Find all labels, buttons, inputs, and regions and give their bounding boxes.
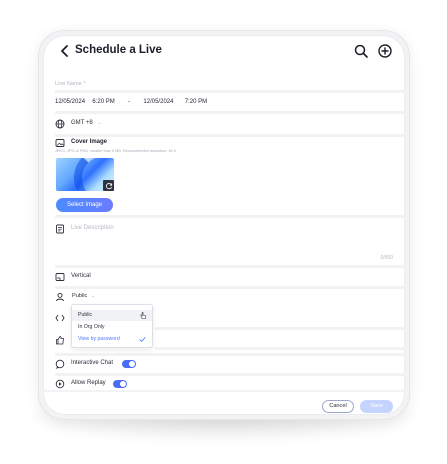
refresh-cover-button[interactable] — [103, 180, 114, 191]
divider — [55, 286, 405, 289]
divider — [55, 265, 405, 268]
visibility-option-public[interactable]: Public — [72, 310, 152, 321]
document-icon — [56, 224, 64, 234]
live-name-placeholder: Live Name * — [55, 81, 86, 87]
device-mockup: Schedule a Live Live Name * 12/05/2024 6… — [0, 0, 447, 464]
date-range[interactable]: 12/05/2024 6:20 PM - 12/05/2024 7:20 PM — [55, 99, 207, 105]
plus-circle-icon[interactable] — [377, 43, 393, 59]
schedule-live-screen: Schedule a Live Live Name * 12/05/2024 6… — [43, 35, 405, 415]
chat-bubble-icon — [55, 359, 65, 369]
date-range-dash: - — [128, 99, 131, 105]
end-time[interactable]: 7:20 PM — [185, 99, 207, 105]
chevron-down-icon: ⌄ — [90, 293, 96, 299]
header-actions — [353, 43, 393, 59]
divider — [155, 327, 405, 330]
footer-divider — [43, 390, 405, 392]
select-image-button[interactable]: Select Image — [56, 198, 113, 212]
divider — [55, 215, 405, 218]
allow-replay-label: Allow Replay — [71, 380, 106, 386]
start-date[interactable]: 12/05/2024 — [55, 99, 85, 105]
divider — [55, 373, 405, 376]
cursor-icon — [140, 312, 147, 319]
interactive-chat-row: Interactive Chat — [55, 358, 165, 370]
interactive-chat-label: Interactive Chat — [71, 360, 114, 366]
cover-image-title: Cover Image — [71, 139, 108, 145]
user-icon — [56, 292, 64, 302]
divider — [55, 134, 405, 137]
globe-icon — [55, 119, 65, 129]
divider — [55, 111, 405, 114]
divider — [155, 347, 405, 350]
toggle-knob — [129, 361, 135, 367]
visibility-option-in-org-only[interactable]: In Org Only — [72, 322, 152, 333]
visibility-select[interactable]: Public ⌄ — [71, 291, 99, 302]
check-icon — [139, 337, 146, 342]
description-char-counter: 0/500 — [380, 255, 393, 261]
chevron-left-icon[interactable] — [57, 43, 73, 59]
refresh-icon — [105, 182, 112, 189]
divider — [55, 90, 405, 93]
thumbs-up-icon — [56, 336, 64, 345]
page-title: Schedule a Live — [75, 44, 162, 56]
orientation-icon — [55, 273, 65, 281]
cancel-button[interactable]: Cancel — [322, 400, 354, 413]
orientation-value: Vertical — [71, 273, 91, 279]
end-date[interactable]: 12/05/2024 — [143, 99, 173, 105]
divider — [55, 353, 405, 356]
interactive-chat-toggle[interactable] — [122, 360, 136, 368]
live-description-placeholder: Live Description — [71, 225, 114, 231]
visibility-option-view-by-password[interactable]: View by password — [72, 334, 152, 345]
start-time[interactable]: 6:20 PM — [92, 99, 114, 105]
visibility-value: Public — [72, 293, 88, 299]
chevron-down-icon: ⌄ — [97, 120, 102, 126]
save-button[interactable]: Save — [360, 400, 393, 413]
image-icon — [55, 139, 65, 147]
visibility-dropdown: Public In Org Only View by password — [71, 304, 153, 348]
play-circle-icon — [55, 379, 65, 389]
cover-image-hint: JPEG, JPG or PNG, smaller than 5 MB. Rec… — [55, 149, 177, 153]
timezone-value: GMT +8 — [71, 120, 93, 126]
header-bar: Schedule a Live — [43, 35, 405, 67]
allow-replay-row: Allow Replay — [55, 378, 165, 390]
allow-replay-toggle[interactable] — [113, 380, 127, 388]
toggle-knob — [120, 381, 126, 387]
search-icon[interactable] — [353, 43, 369, 59]
code-icon — [55, 314, 65, 322]
live-name-field[interactable]: Live Name * — [55, 72, 393, 87]
